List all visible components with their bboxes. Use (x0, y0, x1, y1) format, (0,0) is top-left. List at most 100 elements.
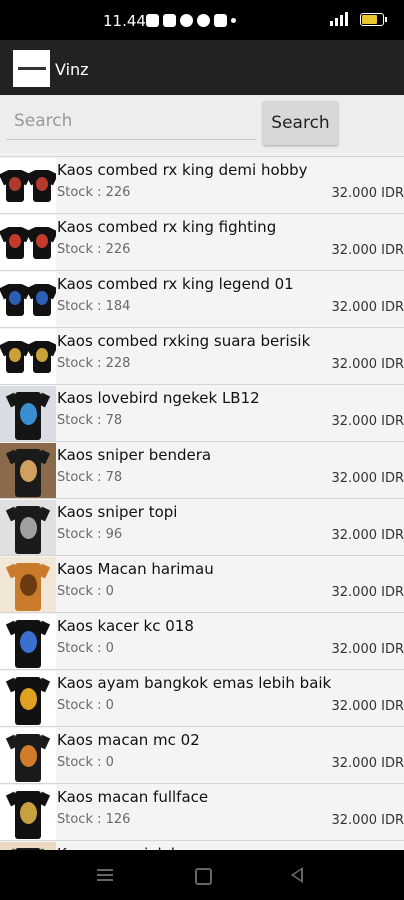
product-row[interactable]: Kaos ayam jalak (0, 840, 404, 850)
product-stock: Stock : 0 (57, 755, 114, 770)
product-stock: Stock : 78 (57, 470, 123, 485)
tshirt-image (0, 284, 32, 316)
app-icon (214, 14, 227, 27)
shop-icon (163, 14, 176, 27)
more-notifications-icon (231, 18, 236, 23)
tshirt-image (5, 677, 51, 725)
product-stock: Stock : 0 (57, 698, 114, 713)
facebook-messenger-icon (180, 14, 193, 27)
product-row[interactable]: Kaos combed rx king legend 01 Stock : 184… (0, 270, 404, 327)
product-price: 32.000 IDR (331, 357, 404, 372)
product-name: Kaos lovebird ngekek LB12 (57, 389, 260, 407)
app-title: Vinz (55, 60, 89, 79)
product-stock: Stock : 0 (57, 641, 114, 656)
product-price: 32.000 IDR (331, 243, 404, 258)
product-thumbnail (0, 557, 56, 612)
product-row[interactable]: Kaos sniper topi Stock : 96 32.000 IDR (0, 498, 404, 555)
app-bar: Vinz (0, 40, 404, 95)
product-name: Kaos macan mc 02 (57, 731, 200, 749)
tshirt-image (5, 734, 51, 782)
product-row[interactable]: Kaos ayam bangkok emas lebih baik Stock :… (0, 669, 404, 726)
product-thumbnail (0, 215, 56, 270)
app-logo (13, 50, 50, 87)
product-name: Kaos sniper bendera (57, 446, 212, 464)
product-name: Kaos combed rx king demi hobby (57, 161, 308, 179)
product-row[interactable]: Kaos sniper bendera Stock : 78 32.000 IDR (0, 441, 404, 498)
product-price: 32.000 IDR (331, 528, 404, 543)
product-row[interactable]: Kaos lovebird ngekek LB12 Stock : 78 32.00… (0, 384, 404, 441)
product-name: Kaos ayam bangkok emas lebih baik (57, 674, 332, 692)
home-icon[interactable] (195, 868, 212, 885)
product-row[interactable]: Kaos Macan harimau Stock : 0 32.000 IDR (0, 555, 404, 612)
system-icons (330, 12, 387, 26)
product-row[interactable]: Kaos combed rx king fighting Stock : 226 3… (0, 213, 404, 270)
product-stock: Stock : 96 (57, 527, 123, 542)
product-thumbnail (0, 272, 56, 327)
battery-icon (360, 12, 387, 26)
signal-icon (330, 12, 352, 26)
product-name: Kaos combed rx king legend 01 (57, 275, 294, 293)
product-price: 32.000 IDR (331, 414, 404, 429)
product-row[interactable]: Kaos macan mc 02 Stock : 0 32.000 IDR (0, 726, 404, 783)
product-stock: Stock : 126 (57, 812, 131, 827)
status-bar: 11.44 (0, 0, 404, 40)
product-thumbnail (0, 842, 56, 850)
product-price: 32.000 IDR (331, 699, 404, 714)
product-row[interactable]: Kaos macan fullface Stock : 126 32.000 IDR (0, 783, 404, 840)
tshirt-image (25, 341, 56, 373)
product-row[interactable]: Kaos combed rx king demi hobby Stock : 22… (0, 156, 404, 213)
product-thumbnail (0, 671, 56, 726)
product-price: 32.000 IDR (331, 642, 404, 657)
product-thumbnail (0, 728, 56, 783)
tshirt-image (25, 227, 56, 259)
product-thumbnail (0, 500, 56, 555)
product-thumbnail (0, 785, 56, 840)
instagram-icon (146, 14, 159, 27)
product-name: Kaos kacer kc 018 (57, 617, 194, 635)
facebook-icon (197, 14, 210, 27)
product-stock: Stock : 78 (57, 413, 123, 428)
tshirt-image (5, 392, 51, 440)
search-button[interactable]: Search (263, 101, 338, 145)
product-stock: Stock : 0 (57, 584, 114, 599)
product-name: Kaos combed rx king fighting (57, 218, 277, 236)
tshirt-image (5, 620, 51, 668)
product-thumbnail (0, 158, 56, 213)
tshirt-image (5, 791, 51, 839)
product-list[interactable]: Kaos combed rx king demi hobby Stock : 22… (0, 153, 404, 850)
back-icon[interactable] (291, 867, 303, 883)
product-row[interactable]: Kaos combed rxking suara berisik Stock : … (0, 327, 404, 384)
product-price: 32.000 IDR (331, 300, 404, 315)
tshirt-image (0, 341, 32, 373)
tshirt-image (5, 506, 51, 554)
product-stock: Stock : 226 (57, 185, 131, 200)
product-row[interactable]: Kaos kacer kc 018 Stock : 0 32.000 IDR (0, 612, 404, 669)
tshirt-image (0, 170, 32, 202)
tshirt-image (25, 170, 56, 202)
product-thumbnail (0, 614, 56, 669)
product-price: 32.000 IDR (331, 585, 404, 600)
tshirt-image (5, 449, 51, 497)
product-price: 32.000 IDR (331, 186, 404, 201)
tshirt-image (25, 284, 56, 316)
product-thumbnail (0, 386, 56, 441)
notification-icons (146, 14, 236, 27)
product-thumbnail (0, 329, 56, 384)
product-stock: Stock : 228 (57, 356, 131, 371)
status-time: 11.44 (103, 12, 146, 30)
product-price: 32.000 IDR (331, 756, 404, 771)
product-price: 32.000 IDR (331, 471, 404, 486)
product-name: Kaos macan fullface (57, 788, 209, 806)
product-stock: Stock : 184 (57, 299, 131, 314)
product-price: 32.000 IDR (331, 813, 404, 828)
navigation-bar (0, 850, 404, 900)
product-stock: Stock : 226 (57, 242, 131, 257)
product-name: Kaos Macan harimau (57, 560, 214, 578)
product-thumbnail (0, 443, 56, 498)
recent-apps-icon[interactable] (97, 869, 113, 881)
product-name: Kaos combed rxking suara berisik (57, 332, 311, 350)
tshirt-image (0, 227, 32, 259)
product-name: Kaos sniper topi (57, 503, 178, 521)
tshirt-image (5, 563, 51, 611)
search-input[interactable] (6, 102, 256, 140)
